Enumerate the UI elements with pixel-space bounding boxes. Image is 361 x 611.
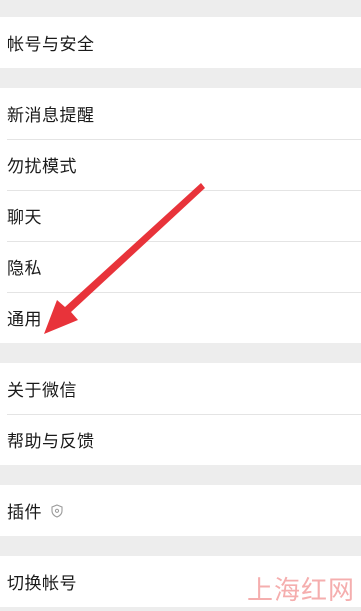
chat-label: 聊天 bbox=[7, 208, 42, 228]
chat-item[interactable]: 聊天 bbox=[0, 190, 361, 241]
shield-icon bbox=[50, 503, 64, 518]
account-security-item[interactable]: 帐号与安全 bbox=[0, 17, 361, 68]
section-spacer bbox=[0, 536, 361, 556]
section-spacer bbox=[0, 343, 361, 363]
about-wechat-item[interactable]: 关于微信 bbox=[0, 363, 361, 414]
switch-account-label: 切换帐号 bbox=[7, 574, 77, 594]
do-not-disturb-item[interactable]: 勿扰模式 bbox=[0, 139, 361, 190]
general-label: 通用 bbox=[7, 310, 42, 330]
about-wechat-label: 关于微信 bbox=[7, 381, 77, 401]
new-message-notify-item[interactable]: 新消息提醒 bbox=[0, 88, 361, 139]
account-security-label: 帐号与安全 bbox=[7, 35, 95, 55]
top-spacer bbox=[0, 0, 361, 17]
help-feedback-label: 帮助与反馈 bbox=[7, 432, 95, 452]
do-not-disturb-label: 勿扰模式 bbox=[7, 157, 77, 177]
privacy-item[interactable]: 隐私 bbox=[0, 241, 361, 292]
plugins-group: 插件 bbox=[0, 485, 361, 536]
help-feedback-item[interactable]: 帮助与反馈 bbox=[0, 414, 361, 465]
privacy-label: 隐私 bbox=[7, 259, 42, 279]
watermark: 上海红网 bbox=[247, 570, 355, 607]
watermark-text: 上海红网 bbox=[246, 576, 355, 606]
plugins-label: 插件 bbox=[7, 503, 42, 523]
general-item[interactable]: 通用 bbox=[0, 292, 361, 343]
plugins-item[interactable]: 插件 bbox=[0, 485, 361, 536]
about-group: 关于微信 帮助与反馈 bbox=[0, 363, 361, 465]
new-message-notify-label: 新消息提醒 bbox=[7, 106, 95, 126]
account-group: 帐号与安全 bbox=[0, 17, 361, 68]
preferences-group: 新消息提醒 勿扰模式 聊天 隐私 通用 bbox=[0, 88, 361, 343]
section-spacer bbox=[0, 68, 361, 88]
section-spacer bbox=[0, 465, 361, 485]
